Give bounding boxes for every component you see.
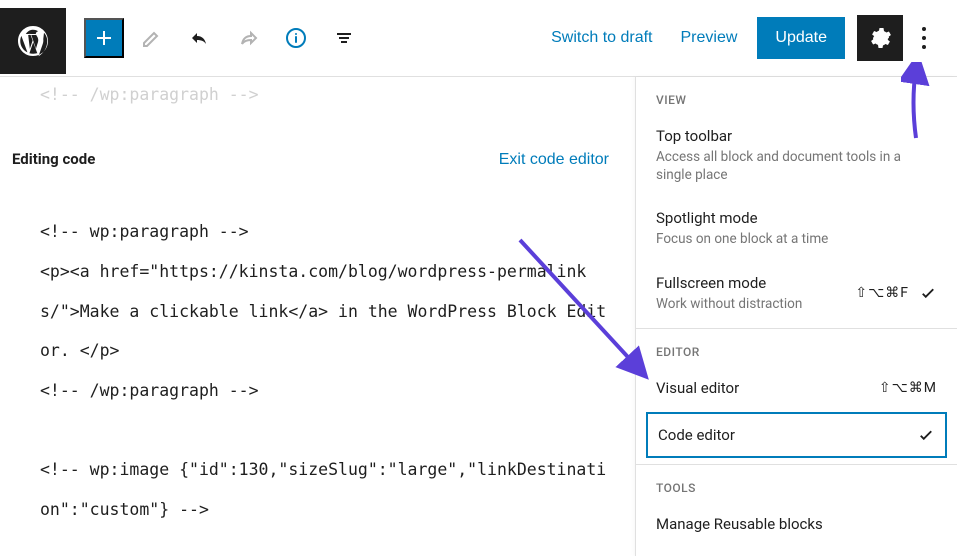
- preview-button[interactable]: Preview: [667, 21, 752, 55]
- code-editor-option[interactable]: Code editor: [646, 412, 947, 458]
- menu-title: Manage Reusable blocks: [656, 515, 937, 533]
- menu-subtitle: Focus on one block at a time: [656, 230, 937, 248]
- gear-icon: [868, 26, 892, 50]
- list-icon: [332, 26, 356, 50]
- menu-title: Fullscreen mode: [656, 274, 802, 292]
- menu-title: Visual editor: [656, 379, 739, 397]
- editor-header: Editing code Exit code editor: [12, 114, 615, 175]
- menu-subtitle: Work without distraction: [656, 295, 802, 313]
- info-icon: [284, 26, 308, 50]
- code-editor-pane: link. </p> <!-- /wp:paragraph --> Editin…: [0, 77, 635, 556]
- code-content-faded: link. </p> <!-- /wp:paragraph -->: [12, 77, 615, 114]
- editing-code-label: Editing code: [12, 150, 95, 168]
- menu-title: Code editor: [658, 426, 735, 444]
- code-content[interactable]: <!-- wp:paragraph --> <p><a href="https:…: [12, 133, 615, 529]
- toolbar-left-group: [84, 18, 364, 58]
- undo-icon: [188, 26, 212, 50]
- wordpress-logo[interactable]: [0, 8, 66, 74]
- pencil-icon: [140, 26, 164, 50]
- menu-title: Spotlight mode: [656, 209, 937, 227]
- editor-section-label: EDITOR: [636, 329, 957, 369]
- undo-button[interactable]: [180, 18, 220, 58]
- top-toolbar-option[interactable]: Top toolbar Access all block and documen…: [636, 117, 957, 199]
- check-icon: [917, 426, 935, 444]
- menu-subtitle: Access all block and document tools in a…: [656, 148, 937, 184]
- main-area: link. </p> <!-- /wp:paragraph --> Editin…: [0, 77, 957, 556]
- spotlight-mode-option[interactable]: Spotlight mode Focus on one block at a t…: [636, 199, 957, 263]
- exit-code-editor-link[interactable]: Exit code editor: [499, 151, 609, 169]
- shortcut-label: ⇧⌥⌘F: [855, 285, 909, 301]
- plus-icon: [92, 26, 116, 50]
- switch-to-draft-button[interactable]: Switch to draft: [537, 21, 666, 55]
- update-button[interactable]: Update: [757, 17, 845, 59]
- redo-button[interactable]: [228, 18, 268, 58]
- add-block-button[interactable]: [84, 18, 124, 58]
- outline-button[interactable]: [324, 18, 364, 58]
- shortcut-label: ⇧⌥⌘M: [879, 380, 937, 396]
- visual-editor-option[interactable]: Visual editor ⇧⌥⌘M: [636, 369, 957, 408]
- kebab-icon: [922, 27, 926, 49]
- more-options-button[interactable]: [907, 15, 941, 61]
- info-button[interactable]: [276, 18, 316, 58]
- top-toolbar: Switch to draft Preview Update: [0, 0, 957, 77]
- view-section-label: VIEW: [636, 77, 957, 117]
- edit-mode-button[interactable]: [132, 18, 172, 58]
- tools-section-label: TOOLS: [636, 465, 957, 505]
- check-icon: [919, 284, 937, 302]
- keyboard-shortcuts-option[interactable]: Keyboard shortcuts ⌃⌥H: [636, 544, 957, 556]
- wordpress-icon: [15, 23, 51, 59]
- options-panel: VIEW Top toolbar Access all block and do…: [635, 77, 957, 556]
- redo-icon: [236, 26, 260, 50]
- fullscreen-mode-option[interactable]: Fullscreen mode Work without distraction…: [636, 264, 957, 328]
- manage-reusable-blocks-option[interactable]: Manage Reusable blocks: [636, 505, 957, 544]
- settings-button[interactable]: [857, 15, 903, 61]
- menu-title: Top toolbar: [656, 127, 937, 145]
